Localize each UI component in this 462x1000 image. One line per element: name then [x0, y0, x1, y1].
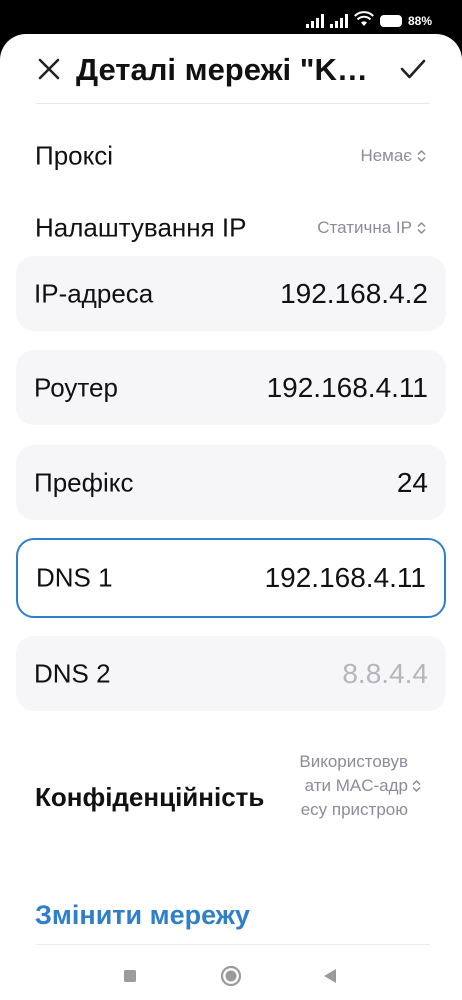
dns1-value[interactable]: 192.168.4.11 — [265, 562, 426, 594]
nav-recents-button[interactable] — [116, 962, 144, 990]
status-icons: 88% — [305, 10, 432, 32]
privacy-value: Використовувати MAC-адресу пристрою — [299, 752, 408, 819]
prefix-label: Префікс — [34, 467, 134, 497]
ip-settings-value: Статична IP — [317, 218, 412, 237]
nav-back-button[interactable] — [316, 962, 344, 990]
proxy-label: Проксі — [35, 140, 114, 171]
nav-square-icon — [124, 970, 136, 982]
proxy-row[interactable]: Проксі Немає — [0, 128, 462, 184]
updown-chevron-icon — [417, 222, 426, 234]
prefix-value[interactable]: 24 — [397, 467, 428, 499]
privacy-select[interactable]: Використовувати MAC-адресу пристрою — [296, 750, 426, 822]
check-icon — [400, 59, 426, 79]
ip-address-field[interactable]: IP-адреса 192.168.4.2 — [16, 256, 446, 331]
dns1-field[interactable]: DNS 1 192.168.4.11 — [16, 538, 446, 618]
proxy-value: Немає — [360, 146, 412, 165]
close-button[interactable] — [34, 54, 64, 84]
wifi-icon — [354, 10, 374, 32]
updown-chevron-icon — [417, 150, 426, 162]
router-value[interactable]: 192.168.4.11 — [267, 372, 428, 404]
prefix-field[interactable]: Префікс 24 — [16, 445, 446, 520]
signal-icon — [305, 14, 324, 28]
nav-circle-icon — [220, 965, 242, 987]
battery-percentage: 88% — [407, 14, 432, 28]
ip-address-label: IP-адреса — [34, 278, 154, 308]
nav-back-icon — [324, 969, 336, 983]
change-network-button[interactable]: Змінити мережу — [35, 900, 250, 931]
save-button[interactable] — [398, 54, 428, 84]
header-divider — [36, 103, 430, 104]
updown-chevron-icon — [412, 780, 421, 792]
network-details-sheet: Деталі мережі "KO… Проксі Немає Налаштув… — [0, 34, 462, 1000]
dns2-label: DNS 2 — [34, 658, 111, 688]
dns2-value[interactable]: 8.8.4.4 — [342, 658, 428, 690]
router-label: Роутер — [34, 372, 118, 402]
dns2-field[interactable]: DNS 2 8.8.4.4 — [16, 636, 446, 711]
ip-settings-label: Налаштування IP — [35, 212, 247, 243]
privacy-label: Конфіденційність — [35, 782, 265, 812]
proxy-select[interactable]: Немає — [360, 146, 426, 166]
header: Деталі мережі "KO… — [0, 34, 462, 104]
signal-icon — [329, 14, 348, 28]
ip-settings-select[interactable]: Статична IP — [317, 218, 426, 238]
ip-address-value[interactable]: 192.168.4.2 — [280, 278, 428, 310]
nav-home-button[interactable] — [217, 962, 245, 990]
close-icon — [38, 58, 60, 80]
ip-settings-row[interactable]: Налаштування IP Статична IP — [0, 200, 462, 256]
system-nav-bar — [0, 952, 462, 1000]
battery-icon — [379, 15, 402, 27]
bottom-divider — [36, 944, 430, 945]
router-field[interactable]: Роутер 192.168.4.11 — [16, 350, 446, 425]
dns1-label: DNS 1 — [36, 562, 113, 593]
page-title: Деталі мережі "KO… — [76, 52, 386, 87]
privacy-row[interactable]: Конфіденційність Використовувати MAC-адр… — [0, 746, 462, 886]
